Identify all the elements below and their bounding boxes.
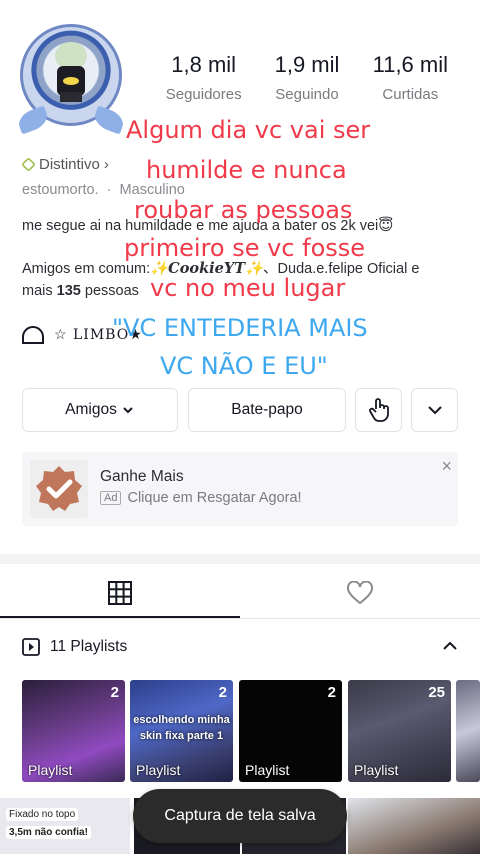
hand-pointer-icon: [368, 398, 389, 422]
friends-more-prefix: mais: [22, 283, 53, 299]
playlist-count: 25: [428, 684, 445, 701]
likes-stat[interactable]: 11,6 mil Curtidas: [359, 52, 462, 103]
playlist-label: Playlist: [28, 762, 73, 778]
video-thumbnail[interactable]: [348, 798, 480, 854]
friends-prefix: Amigos em comum:: [22, 261, 151, 277]
friends-more-suffix: pessoas: [84, 283, 139, 299]
section-divider: [0, 554, 480, 564]
friends-button-label: Amigos: [65, 401, 117, 418]
tab-bar-border: [0, 618, 480, 619]
overlay-text-red-4: primeiro se vc fosse: [124, 234, 366, 262]
avatar-wing-left: [15, 105, 51, 135]
heart-icon: [347, 581, 373, 605]
playlist-count: 2: [327, 684, 336, 701]
dome-icon: [22, 326, 44, 344]
badge-icon: [21, 157, 36, 172]
friends-more-count: 135: [56, 283, 81, 299]
avatar-character-image: [55, 42, 87, 102]
friends-and: e: [411, 261, 420, 277]
chevron-down-icon: [427, 406, 442, 415]
profile-stats: 1,8 mil Seguidores 1,9 mil Seguindo 11,6…: [152, 52, 462, 103]
playlist-count: 2: [218, 684, 227, 701]
overlay-text-red-3: roubar as pessoas: [134, 196, 353, 224]
separator: ·: [106, 182, 112, 198]
overlay-text-red-2: humilde e nunca: [146, 156, 347, 184]
avatar-wing-right: [91, 105, 127, 135]
playlists-header[interactable]: 11 Playlists: [22, 638, 127, 656]
following-count: 1,9 mil: [274, 52, 340, 77]
tab-liked[interactable]: [240, 568, 480, 618]
tab-videos[interactable]: [0, 568, 240, 618]
pinned-label: Fixado no topo: [6, 808, 79, 821]
screenshot-saved-toast: Captura de tela salva: [133, 789, 347, 843]
playlists-count-label: 11 Playlists: [50, 638, 128, 655]
badge-label: Distintivo: [39, 156, 100, 173]
following-label: Seguindo: [275, 86, 339, 103]
overlay-text-red-1: Algum dia vc vai ser: [126, 116, 371, 144]
ad-logo: [30, 460, 88, 518]
pinned-caption: 3,5m não confia!: [6, 826, 91, 839]
ad-tag: Ad: [100, 491, 122, 505]
chevron-right-icon: ›: [103, 156, 109, 173]
ad-banner[interactable]: Ganhe Mais Ad Clique em Resgatar Agora! …: [22, 452, 458, 526]
grid-icon: [108, 581, 132, 605]
ad-subtitle: Ad Clique em Resgatar Agora!: [100, 490, 302, 506]
video-thumbnail[interactable]: Fixado no topo 3,5m não confia!: [0, 798, 130, 854]
friends-button[interactable]: Amigos: [22, 388, 178, 432]
playlist-icon: [22, 638, 40, 656]
poke-button[interactable]: [355, 388, 402, 432]
chevron-down-icon: [123, 407, 133, 414]
playlist-label: Playlist: [136, 762, 181, 778]
badge-link[interactable]: Distintivo ›: [21, 156, 109, 173]
username: estoumorto.: [22, 182, 99, 198]
badge-check-icon: [36, 466, 82, 511]
playlist-label: Playlist: [354, 762, 399, 778]
following-stat[interactable]: 1,9 mil Seguindo: [255, 52, 358, 103]
overlay-text-red-5: vc no meu lugar: [150, 274, 346, 302]
playlist-count: 2: [110, 684, 119, 701]
likes-label: Curtidas: [382, 86, 439, 103]
followers-stat[interactable]: 1,8 mil Seguidores: [152, 52, 255, 103]
active-tab-indicator: [0, 616, 240, 618]
more-options-button[interactable]: [411, 388, 458, 432]
close-icon[interactable]: ×: [441, 456, 452, 477]
profile-avatar[interactable]: [14, 18, 128, 135]
overlay-text-blue-2: VC NÃO E EU": [160, 352, 328, 380]
followers-label: Seguidores: [165, 86, 242, 103]
chevron-up-icon[interactable]: [442, 640, 458, 652]
playlist-label: Playlist: [245, 762, 290, 778]
chat-button-label: Bate-papo: [231, 401, 303, 418]
playlist-tile[interactable]: 2 Playlist: [22, 680, 125, 782]
playlist-caption: escolhendo minha skin fixa parte 1: [133, 714, 230, 742]
playlist-tile-partial[interactable]: [456, 680, 480, 782]
chat-button[interactable]: Bate-papo: [188, 388, 346, 432]
overlay-text-blue-1: "VC ENTEDERIA MAIS: [112, 314, 368, 342]
playlist-tile[interactable]: 2 Playlist: [239, 680, 342, 782]
ad-title: Ganhe Mais: [100, 468, 184, 485]
playlist-tile[interactable]: 2 escolhendo minha skin fixa parte 1 Pla…: [130, 680, 233, 782]
ad-text: Clique em Resgatar Agora!: [127, 490, 302, 506]
playlist-tile[interactable]: 25 Playlist: [348, 680, 451, 782]
likes-count: 11,6 mil: [372, 52, 449, 77]
followers-count: 1,8 mil: [171, 52, 237, 77]
